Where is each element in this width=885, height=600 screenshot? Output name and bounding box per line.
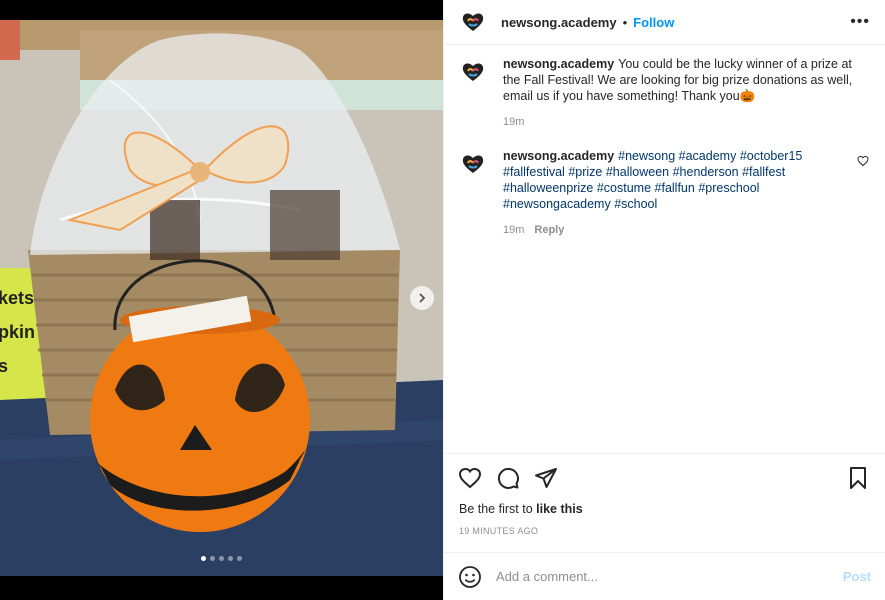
carousel-dot[interactable]	[237, 556, 242, 561]
hashtag-link[interactable]: #prize	[568, 165, 602, 179]
hashtag-link[interactable]: #henderson	[673, 165, 739, 179]
header-username[interactable]: newsong.academy	[501, 15, 617, 30]
caption-meta: 19m	[503, 114, 853, 130]
hashtag-link[interactable]: #school	[614, 197, 657, 211]
instagram-post: kets pkin s newsong.academy • Follow •••…	[0, 0, 885, 600]
avatar[interactable]	[459, 58, 487, 86]
svg-text:pkin: pkin	[0, 322, 35, 342]
avatar[interactable]	[459, 8, 487, 36]
post-media: kets pkin s	[0, 0, 443, 600]
hashtag-link[interactable]: #halloweenprize	[503, 181, 593, 195]
comment-body: newsong.academy #newsong #academy #octobe…	[503, 148, 853, 238]
action-bar	[444, 454, 885, 490]
post-photo: kets pkin s	[0, 20, 443, 576]
comment: newsong.academy #newsong #academy #octobe…	[459, 148, 875, 238]
hashtag-link[interactable]: #fallfest	[742, 165, 785, 179]
avatar[interactable]	[459, 150, 487, 178]
comments-list: newsong.academy You could be the lucky wi…	[459, 56, 875, 256]
comment-username[interactable]: newsong.academy	[503, 149, 614, 163]
follow-button[interactable]: Follow	[633, 15, 674, 30]
heart-icon	[458, 467, 482, 489]
comment-icon	[497, 467, 519, 489]
carousel-next-button[interactable]	[410, 286, 434, 310]
separator-dot: •	[622, 14, 628, 30]
hashtag-link[interactable]: #academy	[679, 149, 737, 163]
save-button[interactable]	[847, 466, 869, 490]
post-button[interactable]: Post	[843, 569, 871, 584]
likes-text: Be the first to like this	[444, 490, 885, 516]
share-icon	[535, 468, 557, 488]
svg-text:s: s	[0, 356, 8, 376]
share-button[interactable]	[534, 466, 558, 490]
hashtag-link[interactable]: #fallfun	[655, 181, 695, 195]
caption-time: 19m	[503, 116, 525, 128]
bookmark-icon	[850, 467, 866, 489]
actions-area: Be the first to like this 19 MINUTES AGO	[444, 453, 885, 536]
comment-button[interactable]	[496, 466, 520, 490]
pumpkin-emoji: 🎃	[739, 89, 756, 103]
more-icon[interactable]: •••	[850, 13, 870, 31]
post-header: newsong.academy • Follow •••	[444, 0, 885, 45]
comment-meta: 19m Reply	[503, 222, 853, 238]
hashtag-link[interactable]: #newsongacademy	[503, 197, 611, 211]
hashtag-link[interactable]: #costume	[597, 181, 651, 195]
hashtag-link[interactable]: #october15	[740, 149, 803, 163]
caption-username[interactable]: newsong.academy	[503, 57, 614, 71]
emoji-button[interactable]	[458, 565, 482, 589]
comment-time: 19m	[503, 224, 525, 236]
heart-logo-icon	[462, 13, 484, 31]
carousel-dot[interactable]	[228, 556, 233, 561]
svg-text:kets: kets	[0, 288, 34, 308]
comment-like-button[interactable]	[857, 154, 869, 172]
heart-logo-icon	[462, 155, 484, 173]
carousel-indicator	[0, 556, 443, 561]
heart-logo-icon	[462, 63, 484, 81]
comment-input[interactable]	[494, 568, 843, 585]
chevron-right-icon	[419, 293, 426, 303]
add-comment-bar: Post	[444, 552, 885, 600]
hashtag-link[interactable]: #fallfestival	[503, 165, 565, 179]
emoji-icon	[459, 565, 481, 588]
like-button[interactable]	[458, 466, 482, 490]
hashtag-link[interactable]: #newsong	[618, 149, 675, 163]
hashtag-link[interactable]: #preschool	[698, 181, 759, 195]
caption: newsong.academy You could be the lucky wi…	[459, 56, 875, 130]
likes-prefix: Be the first to	[459, 502, 537, 516]
carousel-dot[interactable]	[210, 556, 215, 561]
post-panel: newsong.academy • Follow ••• newsong.aca…	[443, 0, 885, 600]
hashtag-link[interactable]: #halloween	[606, 165, 669, 179]
heart-icon	[857, 155, 869, 167]
carousel-dot[interactable]	[201, 556, 206, 561]
like-this-link[interactable]: like this	[536, 502, 583, 516]
post-timestamp: 19 MINUTES AGO	[459, 526, 539, 536]
reply-button[interactable]: Reply	[534, 224, 564, 236]
carousel-dot[interactable]	[219, 556, 224, 561]
caption-body: newsong.academy You could be the lucky wi…	[503, 56, 853, 130]
